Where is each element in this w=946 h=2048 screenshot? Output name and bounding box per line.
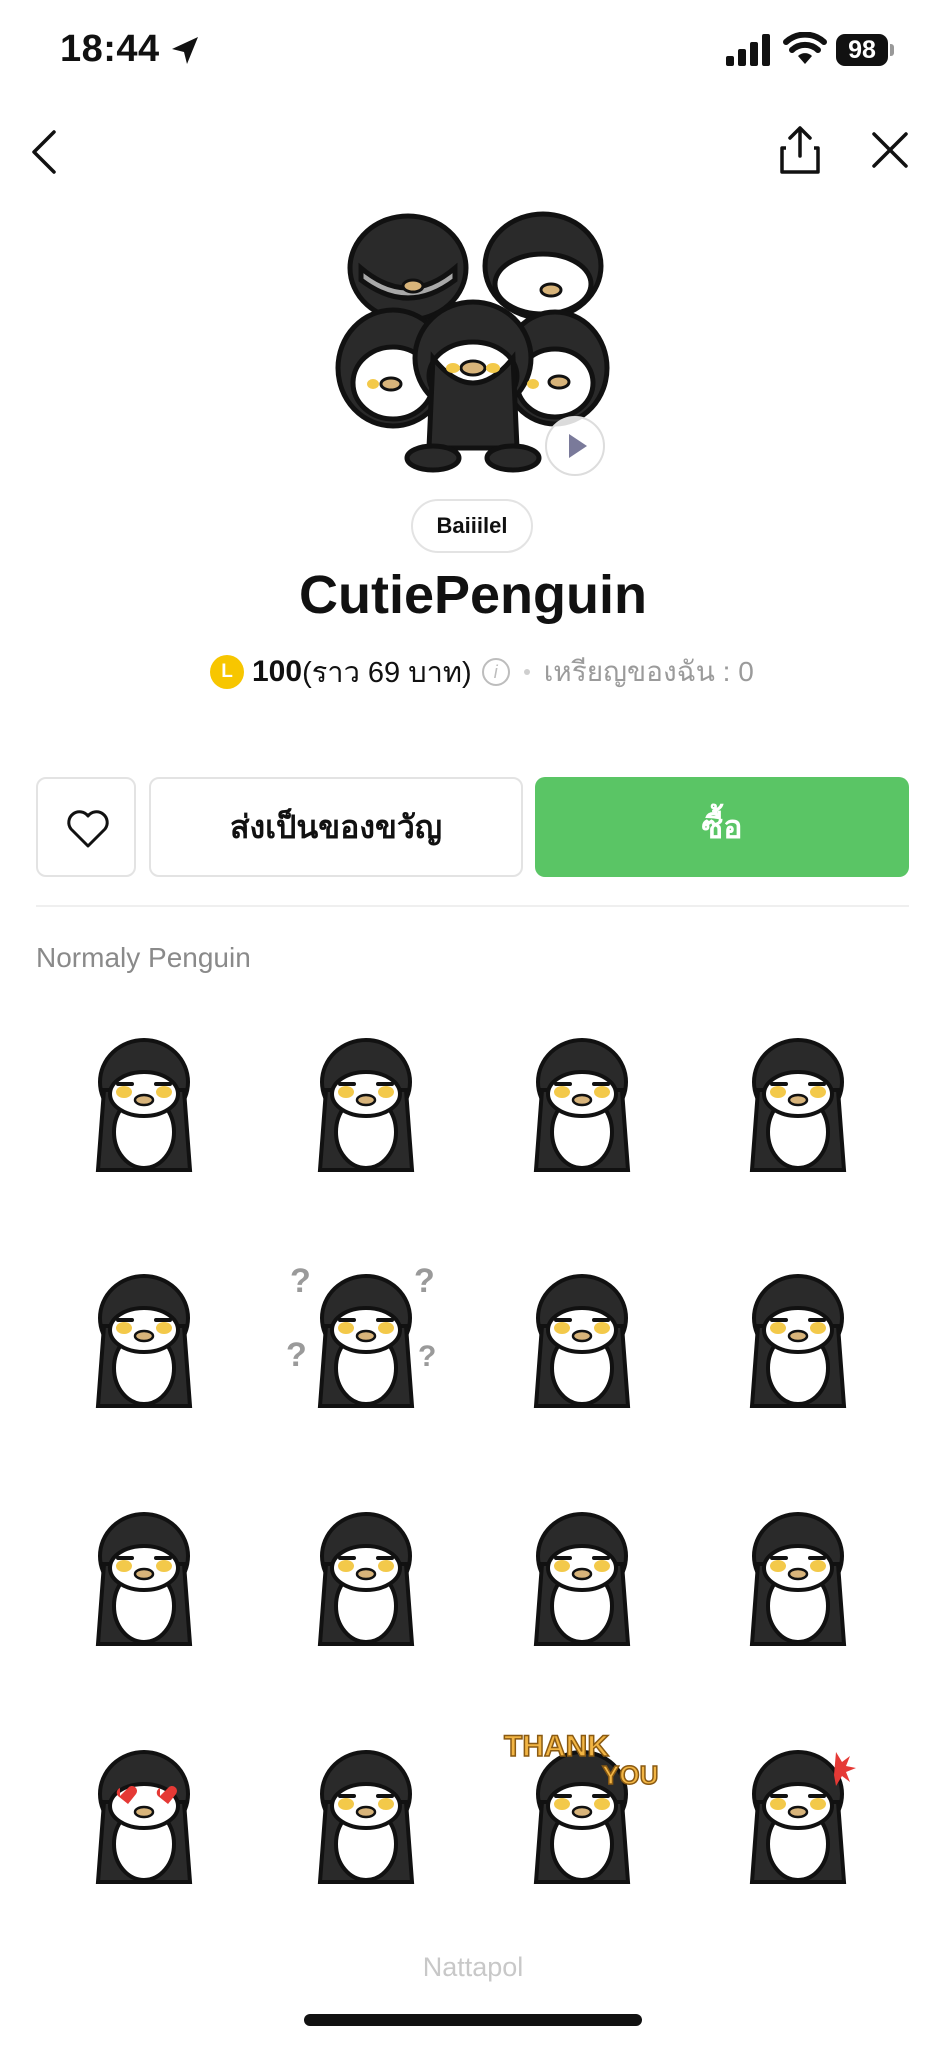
divider [36, 905, 909, 907]
creator-credit: Nattapol [422, 1952, 524, 1982]
price-coins: 100 [252, 655, 303, 688]
author-badge[interactable]: Baiiilel [411, 499, 533, 553]
standing-penguin-sticker[interactable] [64, 1256, 224, 1416]
sitting-penguin-sticker[interactable] [502, 1256, 662, 1416]
status-bar: 18:44 98 [0, 0, 946, 100]
back-button[interactable] [28, 128, 64, 176]
svg-text:?: ? [290, 1262, 311, 1300]
shy-penguin-sticker[interactable] [286, 1732, 446, 1892]
favorite-button[interactable] [36, 777, 136, 877]
price-approx: (ราว 69 บาท) [302, 657, 472, 689]
sticker-pack-title: CutiePenguin [299, 565, 647, 625]
thank-you-penguin-sticker[interactable]: THANKYOU [502, 1732, 662, 1892]
location-arrow-icon [172, 37, 198, 64]
angry-penguin-sticker[interactable] [718, 1732, 878, 1892]
battery-cap [890, 44, 894, 56]
send-as-gift-button[interactable]: ส่งเป็นของขวัญ [149, 777, 523, 877]
sticker-section-label: Normaly Penguin [36, 942, 251, 973]
wifi-icon [783, 32, 827, 64]
cellular-signal-icon [726, 34, 770, 66]
info-icon[interactable]: i [481, 658, 510, 686]
home-indicator [304, 2014, 642, 2026]
squint-penguin-sticker[interactable] [718, 1020, 878, 1180]
coin-icon: L [210, 655, 244, 689]
laughing-penguin-sticker[interactable] [502, 1020, 662, 1180]
battery-level: 98 [836, 34, 888, 66]
you-text: YOU [602, 1760, 658, 1790]
thank-you-text: THANK [504, 1732, 609, 1763]
small-penguin-sticker[interactable] [64, 1494, 224, 1654]
hands-together-penguin-sticker[interactable] [718, 1494, 878, 1654]
confused-penguin-sticker[interactable]: ???? [286, 1256, 446, 1416]
my-coins-balance: เหรียญของฉัน : 0 [543, 656, 754, 687]
svg-text:?: ? [286, 1336, 307, 1374]
play-icon[interactable] [545, 416, 605, 476]
battery-indicator: 98 [836, 34, 894, 66]
separator-dot [523, 669, 530, 675]
heart-eyes-penguin-sticker[interactable] [64, 1732, 224, 1892]
status-time: 18:44 [60, 28, 160, 70]
svg-text:?: ? [418, 1340, 436, 1373]
buy-button[interactable]: ซื้อ [535, 777, 909, 877]
price-row: L 100 (ราว 69 บาท) i เหรียญของฉัน : 0 [210, 648, 754, 696]
close-button[interactable] [870, 130, 910, 170]
share-button[interactable] [778, 124, 822, 176]
calm-penguin-sticker[interactable] [718, 1256, 878, 1416]
hugging-penguin-sticker[interactable] [502, 1494, 662, 1654]
svg-text:?: ? [414, 1262, 435, 1300]
closeup-penguin-sticker[interactable] [286, 1494, 446, 1654]
heart-outline-icon [67, 810, 109, 848]
dizzy-penguin-sticker[interactable] [64, 1020, 224, 1180]
sleepy-penguin-sticker[interactable] [286, 1020, 446, 1180]
